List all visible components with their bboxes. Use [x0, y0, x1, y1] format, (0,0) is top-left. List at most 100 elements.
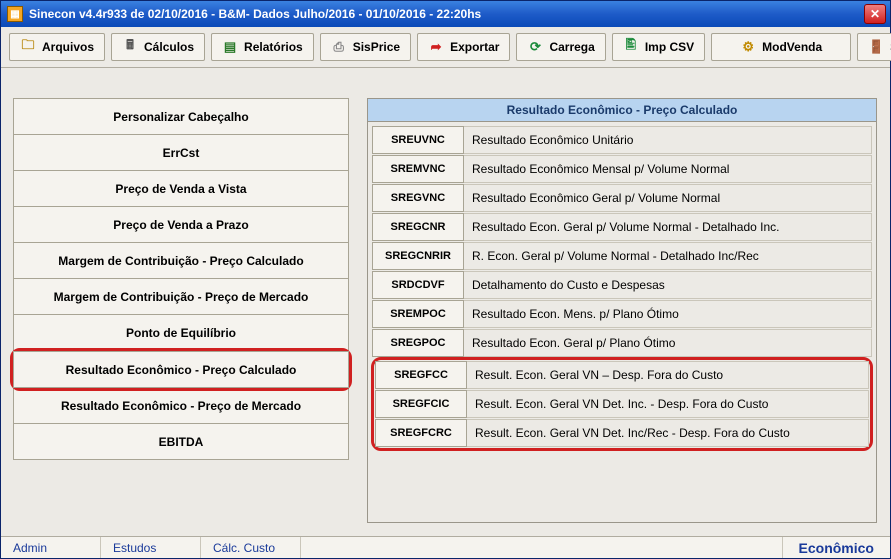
exportar-button[interactable]: ➦ Exportar [417, 33, 510, 61]
desc-label: R. Econ. Geral p/ Volume Normal - Detalh… [472, 249, 759, 263]
cat-label: EBITDA [159, 435, 204, 449]
status-bar: Admin Estudos Cálc. Custo Econômico [1, 536, 890, 558]
cat-label: Preço de Venda a Prazo [113, 218, 248, 232]
desc-cell: Result. Econ. Geral VN Det. Inc. - Desp.… [467, 390, 869, 418]
cat-label: Ponto de Equilíbrio [126, 326, 236, 340]
cat-resultado-economico-preco-calculado[interactable]: Resultado Econômico - Preço Calculado [13, 351, 349, 388]
code-label: SREMPOC [390, 308, 446, 320]
relatorios-button[interactable]: ▤ Relatórios [211, 33, 314, 61]
relatorios-label: Relatórios [244, 40, 303, 54]
desc-label: Result. Econ. Geral VN Det. Inc/Rec - De… [475, 426, 790, 440]
desc-cell: Resultado Econômico Geral p/ Volume Norm… [464, 184, 872, 212]
arquivos-button[interactable]: 🗀 Arquivos [9, 33, 105, 61]
code-sremvnc[interactable]: SREMVNC [372, 155, 464, 183]
code-sregcnrir[interactable]: SREGCNRIR [372, 242, 464, 270]
desc-cell: Resultado Econ. Geral p/ Plano Ótimo [464, 329, 872, 357]
close-button[interactable]: ✕ [864, 4, 886, 24]
desc-label: Resultado Econômico Geral p/ Volume Norm… [472, 191, 720, 205]
code-sreuvnc[interactable]: SREUVNC [372, 126, 464, 154]
report-row: SREGPOC Resultado Econ. Geral p/ Plano Ó… [372, 329, 872, 357]
desc-label: Resultado Econômico Mensal p/ Volume Nor… [472, 162, 729, 176]
status-label: Admin [13, 541, 47, 555]
desc-cell: Resultado Econômico Mensal p/ Volume Nor… [464, 155, 872, 183]
code-srempoc[interactable]: SREMPOC [372, 300, 464, 328]
status-spacer [301, 537, 783, 558]
panel-body: SREUVNC Resultado Econômico Unitário SRE… [368, 122, 876, 454]
code-sregvnc[interactable]: SREGVNC [372, 184, 464, 212]
cat-personalizar-cabecalho[interactable]: Personalizar Cabeçalho [13, 98, 349, 135]
carrega-button[interactable]: ⟳ Carrega [516, 33, 605, 61]
code-label: SREMVNC [390, 163, 445, 175]
content-area: Personalizar Cabeçalho ErrCst Preço de V… [1, 68, 890, 535]
code-label: SREGFCRC [390, 427, 452, 439]
status-economico: Econômico [783, 537, 890, 558]
status-admin[interactable]: Admin [1, 537, 101, 558]
cat-margem-preco-mercado[interactable]: Margem de Contribuição - Preço de Mercad… [13, 278, 349, 315]
impcsv-label: Imp CSV [645, 40, 694, 54]
desc-label: Resultado Econ. Mens. p/ Plano Ótimo [472, 307, 679, 321]
calculos-button[interactable]: 🖩 Cálculos [111, 33, 205, 61]
carrega-label: Carrega [549, 40, 594, 54]
sair-button[interactable]: 🚪 Sair [857, 33, 891, 61]
sisprice-button[interactable]: ⎙ SisPrice [320, 33, 411, 61]
csv-icon: 🖺 [623, 39, 639, 55]
code-sregfcrc[interactable]: SREGFCRC [375, 419, 467, 447]
modvenda-button[interactable]: ⚙ ModVenda [711, 33, 851, 61]
main-toolbar: 🗀 Arquivos 🖩 Cálculos ▤ Relatórios ⎙ Sis… [1, 27, 890, 68]
report-row: SREGFCC Result. Econ. Geral VN – Desp. F… [375, 361, 869, 389]
sisprice-icon: ⎙ [331, 39, 347, 55]
arquivos-label: Arquivos [42, 40, 94, 54]
status-estudos[interactable]: Estudos [101, 537, 201, 558]
code-sregfcic[interactable]: SREGFCIC [375, 390, 467, 418]
report-row: SREGCNRIR R. Econ. Geral p/ Volume Norma… [372, 242, 872, 270]
code-sregfcc[interactable]: SREGFCC [375, 361, 467, 389]
code-label: SREUVNC [391, 134, 445, 146]
code-label: SREGVNC [391, 192, 445, 204]
desc-label: Result. Econ. Geral VN Det. Inc. - Desp.… [475, 397, 768, 411]
report-row: SREGCNR Resultado Econ. Geral p/ Volume … [372, 213, 872, 241]
cat-margem-preco-calculado[interactable]: Margem de Contribuição - Preço Calculado [13, 242, 349, 279]
code-label: SREGCNR [390, 221, 445, 233]
cat-resultado-economico-preco-mercado[interactable]: Resultado Econômico - Preço de Mercado [13, 387, 349, 424]
desc-cell: Resultado Econ. Geral p/ Volume Normal -… [464, 213, 872, 241]
desc-cell: Result. Econ. Geral VN – Desp. Fora do C… [467, 361, 869, 389]
desc-label: Resultado Econ. Geral p/ Plano Ótimo [472, 336, 675, 350]
status-label: Estudos [113, 541, 156, 555]
detail-panel: Resultado Econômico - Preço Calculado SR… [367, 98, 877, 523]
cat-label: Margem de Contribuição - Preço de Mercad… [54, 290, 309, 304]
panel-header: Resultado Econômico - Preço Calculado [368, 99, 876, 122]
report-row: SREGFCIC Result. Econ. Geral VN Det. Inc… [375, 390, 869, 418]
cat-ebitda[interactable]: EBITDA [13, 423, 349, 460]
code-sregpoc[interactable]: SREGPOC [372, 329, 464, 357]
titlebar: ▦ Sinecon v4.4r933 de 02/10/2016 - B&M- … [1, 1, 890, 27]
desc-cell: Resultado Econômico Unitário [464, 126, 872, 154]
cat-highlight-marker: Resultado Econômico - Preço Calculado [10, 348, 352, 391]
status-label: Econômico [799, 540, 874, 556]
rows-highlight-marker: SREGFCC Result. Econ. Geral VN – Desp. F… [371, 357, 873, 451]
cat-errcst[interactable]: ErrCst [13, 134, 349, 171]
report-row: SREGFCRC Result. Econ. Geral VN Det. Inc… [375, 419, 869, 447]
status-label: Cálc. Custo [213, 541, 275, 555]
code-label: SREGFCIC [393, 398, 450, 410]
cat-label: ErrCst [163, 146, 200, 160]
code-sregcnr[interactable]: SREGCNR [372, 213, 464, 241]
cat-preco-venda-vista[interactable]: Preço de Venda a Vista [13, 170, 349, 207]
code-label: SREGFCC [394, 369, 448, 381]
report-row: SREUVNC Resultado Econômico Unitário [372, 126, 872, 154]
app-icon: ▦ [7, 6, 23, 22]
desc-cell: Result. Econ. Geral VN Det. Inc/Rec - De… [467, 419, 869, 447]
cat-ponto-equilibrio[interactable]: Ponto de Equilíbrio [13, 314, 349, 351]
modvenda-icon: ⚙ [740, 39, 756, 55]
impcsv-button[interactable]: 🖺 Imp CSV [612, 33, 705, 61]
desc-label: Detalhamento do Custo e Despesas [472, 278, 665, 292]
code-srdcdvf[interactable]: SRDCDVF [372, 271, 464, 299]
cat-label: Resultado Econômico - Preço de Mercado [61, 399, 301, 413]
cat-label: Margem de Contribuição - Preço Calculado [58, 254, 303, 268]
cat-preco-venda-prazo[interactable]: Preço de Venda a Prazo [13, 206, 349, 243]
report-row: SRDCDVF Detalhamento do Custo e Despesas [372, 271, 872, 299]
status-calc-custo[interactable]: Cálc. Custo [201, 537, 301, 558]
code-label: SRDCDVF [391, 279, 444, 291]
load-icon: ⟳ [527, 39, 543, 55]
cat-label: Resultado Econômico - Preço Calculado [66, 363, 297, 377]
desc-cell: Detalhamento do Custo e Despesas [464, 271, 872, 299]
